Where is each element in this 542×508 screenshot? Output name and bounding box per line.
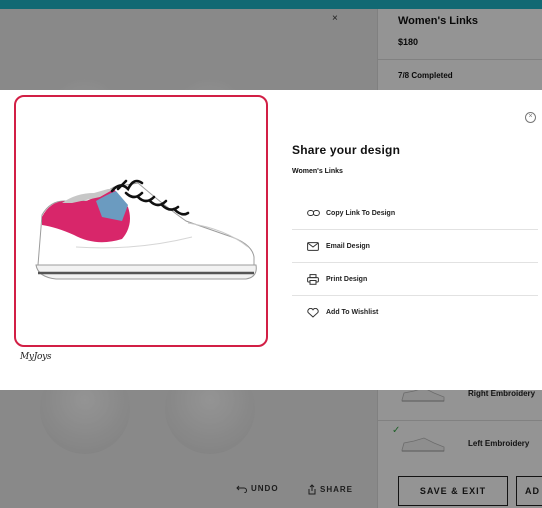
print-design-button[interactable]: Print Design	[292, 263, 538, 296]
share-option-label: Add To Wishlist	[326, 309, 379, 316]
share-modal: MyJoys × Share your design Women's Links…	[0, 90, 542, 390]
share-option-label: Copy Link To Design	[326, 209, 396, 217]
brand-logo: MyJoys	[20, 352, 52, 362]
share-title: Share your design	[292, 143, 401, 157]
heart-icon	[304, 306, 322, 320]
printer-icon	[304, 272, 322, 286]
share-option-label: Email Design	[326, 242, 370, 250]
email-design-button[interactable]: Email Design	[292, 230, 538, 263]
share-option-label: Print Design	[326, 275, 368, 283]
copy-link-button[interactable]: Copy Link To Design	[292, 197, 538, 230]
envelope-icon	[304, 239, 322, 253]
share-options: Copy Link To Design Email Design Print D…	[292, 197, 538, 329]
link-icon	[304, 206, 322, 220]
design-preview	[14, 95, 268, 347]
shoe-image	[35, 179, 257, 280]
close-icon[interactable]: ×	[525, 112, 536, 123]
share-product-name: Women's Links	[292, 168, 343, 175]
add-to-wishlist-button[interactable]: Add To Wishlist	[292, 296, 538, 329]
